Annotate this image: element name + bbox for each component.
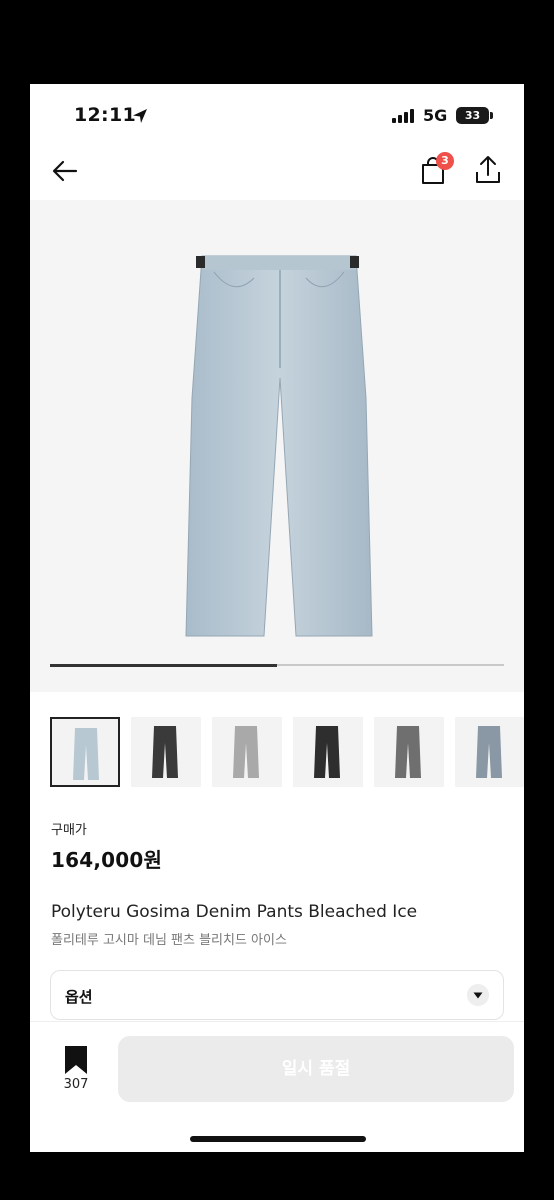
status-bar: 12:11 5G 33 [30, 84, 524, 148]
share-icon[interactable] [473, 154, 503, 186]
home-indicator[interactable] [190, 1136, 366, 1142]
product-price: 164,000원 [51, 848, 163, 872]
cart-count-badge: 3 [436, 152, 454, 170]
product-title-en: Polyteru Gosima Denim Pants Bleached Ice [51, 902, 418, 922]
pants-thumbnail-icon [152, 726, 178, 778]
bookmark-icon[interactable] [64, 1046, 88, 1074]
product-title-ko: 폴리테루 고시마 데님 팬츠 블리치드 아이스 [51, 933, 287, 948]
gallery-progress-fill [50, 664, 277, 667]
network-type: 5G [423, 106, 448, 125]
option-select[interactable]: 옵션 [50, 970, 504, 1020]
bottom-action-bar: 307 일시 품절 [30, 1021, 524, 1152]
location-arrow-icon [133, 109, 147, 123]
status-time: 12:11 [74, 104, 136, 126]
price-label: 구매가 [51, 823, 87, 838]
pants-thumbnail-icon [233, 726, 259, 778]
app-screen: 12:11 5G 33 3 구매가 164,000원 Polyteru Gosi… [30, 84, 524, 1152]
product-image-gallery[interactable] [30, 200, 524, 692]
thumbnail-item[interactable] [212, 717, 282, 787]
battery-cap [490, 112, 493, 119]
thumbnail-item[interactable] [131, 717, 201, 787]
pants-thumbnail-icon [476, 726, 502, 778]
denim-pants-image [185, 255, 373, 637]
battery-icon: 33 [456, 107, 489, 124]
thumbnail-item[interactable] [455, 717, 524, 787]
option-label: 옵션 [65, 988, 93, 1006]
signal-bars-icon [392, 109, 414, 123]
pants-thumbnail-icon [73, 728, 99, 780]
sold-out-button[interactable]: 일시 품절 [118, 1036, 514, 1102]
pants-thumbnail-icon [395, 726, 421, 778]
thumbnail-item[interactable] [50, 717, 120, 787]
thumbnail-strip [50, 717, 524, 789]
chevron-down-icon [467, 984, 489, 1006]
thumbnail-item[interactable] [293, 717, 363, 787]
thumbnail-item[interactable] [374, 717, 444, 787]
back-arrow-icon[interactable] [50, 156, 80, 186]
bookmark-count: 307 [63, 1077, 89, 1092]
pants-thumbnail-icon [314, 726, 340, 778]
